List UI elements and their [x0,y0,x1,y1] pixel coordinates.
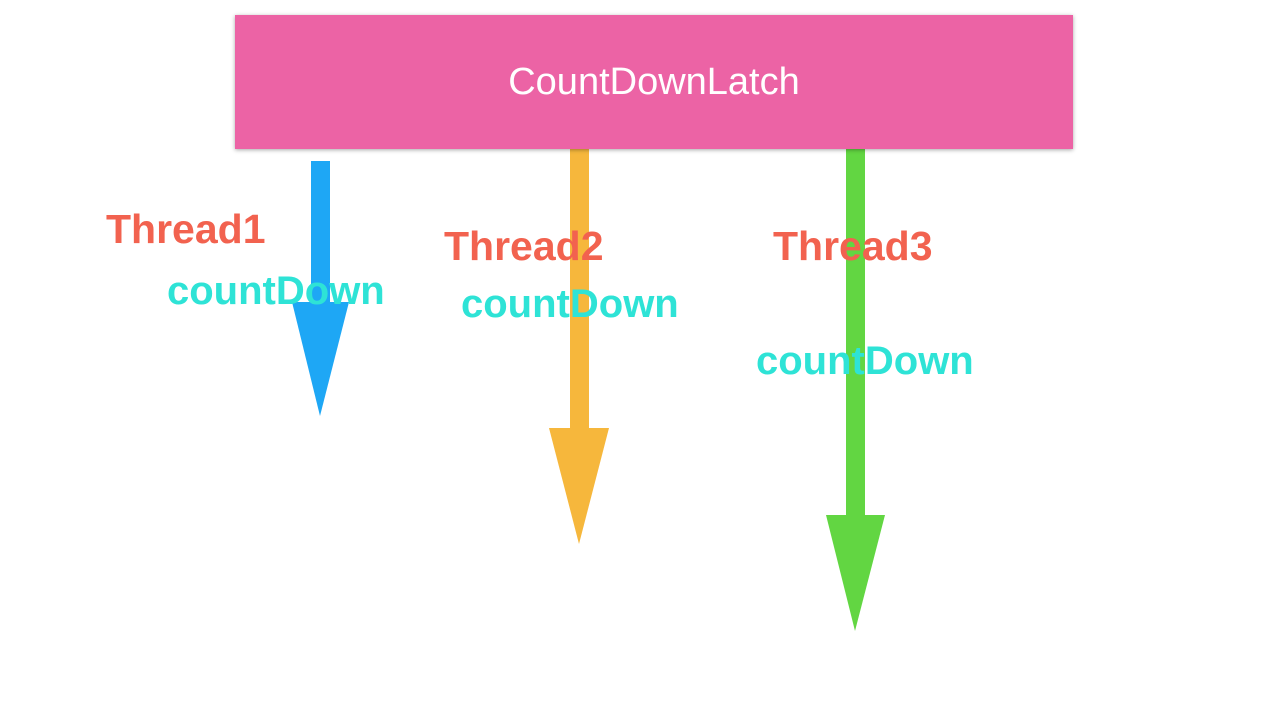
thread1-label: Thread1 [106,206,266,252]
thread2-label: Thread2 [444,223,604,269]
thread3-countdown-label: countDown [756,339,974,383]
thread3-label: Thread3 [773,223,933,269]
countdownlatch-title: CountDownLatch [508,60,800,103]
thread3-arrow [826,145,885,631]
thread2-arrow [549,145,609,544]
thread1-countdown-label: countDown [167,269,385,313]
thread2-countdown-label: countDown [461,282,679,326]
countdownlatch-box: CountDownLatch [235,15,1073,149]
